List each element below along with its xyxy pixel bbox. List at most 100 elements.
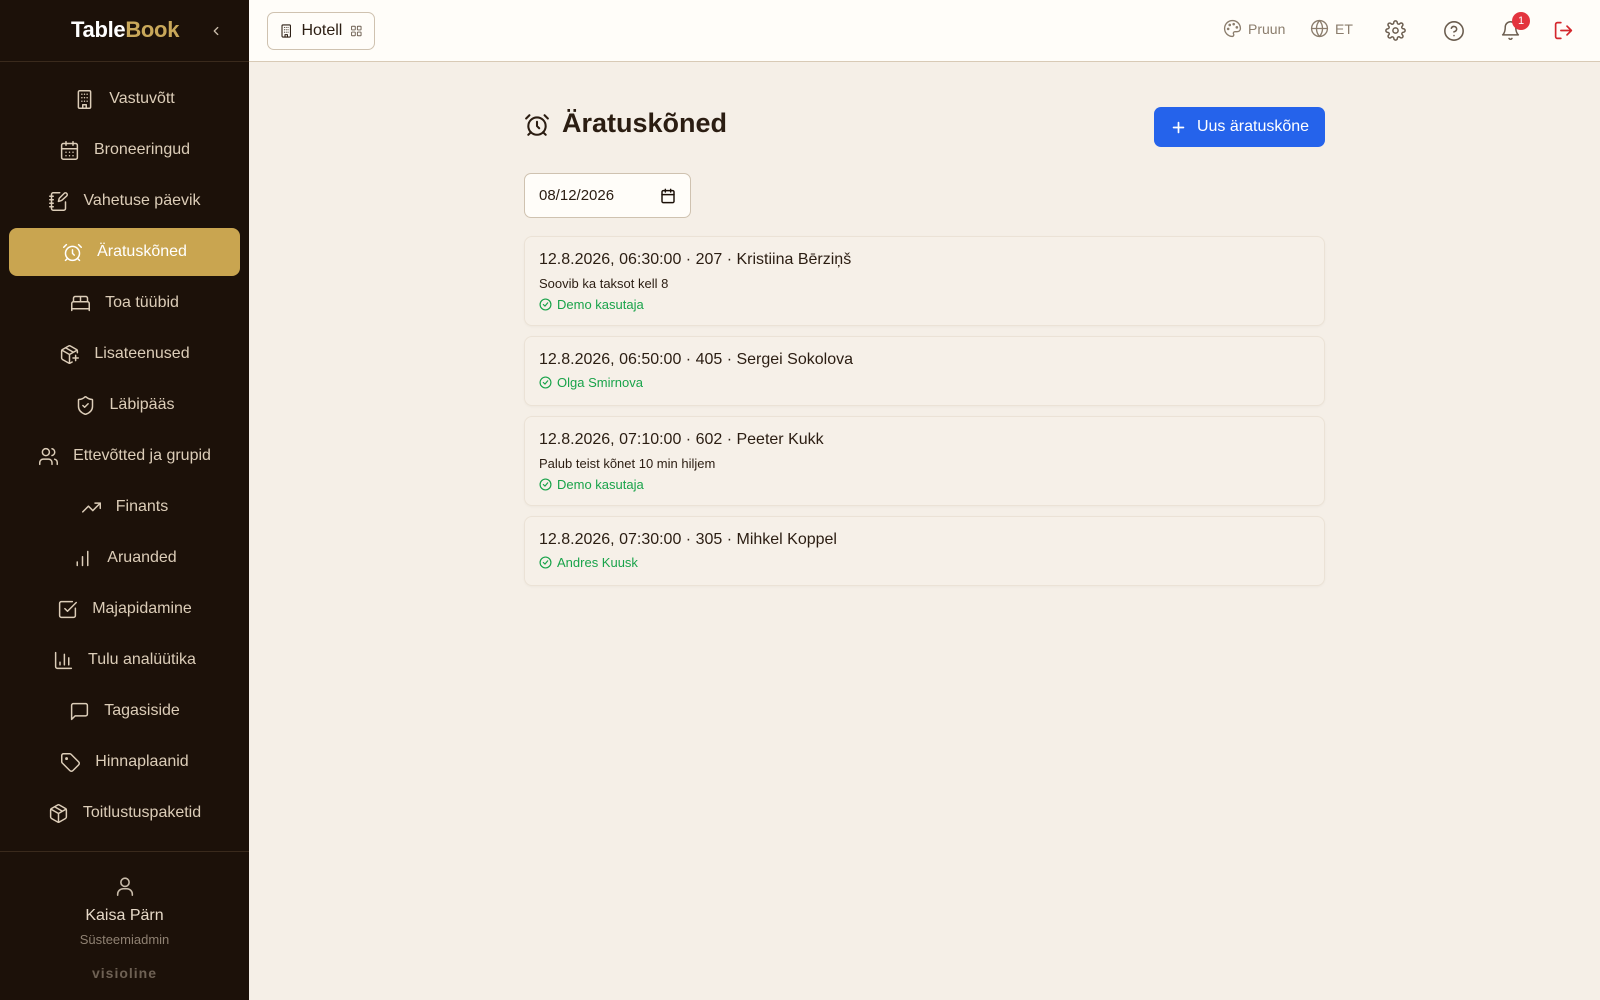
sidebar-item-label: Ettevõtted ja grupid: [73, 447, 211, 464]
page-title: Äratuskõned: [562, 108, 728, 138]
confirmed-by-name: Andres Kuusk: [557, 555, 638, 570]
sidebar-item-hinnaplaanid[interactable]: Hinnaplaanid: [9, 738, 240, 786]
sidebar-item-aruanded[interactable]: Aruanded: [9, 534, 240, 582]
sidebar-item-label: Äratuskõned: [97, 243, 187, 260]
user-name: Kaisa Pärn: [85, 907, 164, 924]
sidebar-item-label: Toitlustuspaketid: [82, 804, 202, 821]
wakeup-call-confirmed-by: Andres Kuusk: [539, 555, 1310, 570]
new-wakeup-call-button[interactable]: Uus äratuskõne: [1154, 107, 1325, 147]
sidebar-item-tulu-analuutika[interactable]: Tulu analüütika: [9, 636, 240, 684]
sidebar-item-label: Toa tüübid: [105, 294, 179, 311]
language-label: ET: [1335, 20, 1353, 37]
sidebar-item-vastuvott[interactable]: Vastuvõtt: [9, 75, 240, 123]
wakeup-call-title: 12.8.2026, 07:30:00 · 305 · Mihkel Koppe…: [539, 531, 837, 548]
collapse-sidebar-button[interactable]: [206, 20, 226, 42]
sidebar-item-toitlustuspaketid[interactable]: Toitlustuspaketid: [9, 789, 240, 837]
theme-label: Pruun: [1248, 20, 1286, 37]
sidebar-item-label: Finants: [115, 498, 169, 515]
settings-button[interactable]: [1385, 20, 1406, 41]
wakeup-call-card[interactable]: 12.8.2026, 07:30:00 · 305 · Mihkel Koppe…: [524, 516, 1325, 586]
wakeup-call-title: 12.8.2026, 06:50:00 · 405 · Sergei Sokol…: [539, 351, 853, 368]
user-icon: [114, 874, 136, 903]
sidebar: TableBook Vastuvõtt Broneeringud Vahetus…: [0, 0, 249, 1000]
tag-icon: [61, 752, 81, 772]
wakeup-call-confirmed-by: Demo kasutaja: [539, 477, 1310, 492]
chevron-left-icon: [213, 26, 219, 36]
date-value: 08/12/2026: [539, 187, 615, 204]
sidebar-item-label: Hinnaplaanid: [95, 753, 189, 770]
plus-icon: [1172, 121, 1185, 133]
sidebar-footer: Kaisa Pärn Süsteemiadmin visioline: [0, 851, 249, 1000]
sidebar-item-broneeringud[interactable]: Broneeringud: [9, 126, 240, 174]
message-square-icon: [71, 702, 89, 720]
sidebar-item-label: Aruanded: [107, 549, 177, 566]
alarm-clock-icon: [524, 112, 550, 143]
sidebar-item-finants[interactable]: Finants: [9, 483, 240, 531]
sidebar-item-label: Tagasiside: [104, 702, 180, 719]
sidebar-nav: Vastuvõtt Broneeringud Vahetuse päevik Ä…: [0, 75, 249, 840]
page-header: Äratuskõned Uus äratuskõne: [524, 104, 1325, 147]
sidebar-item-majapidamine[interactable]: Majapidamine: [9, 585, 240, 633]
wakeup-call-title: 12.8.2026, 06:30:00 · 207 · Kristiina Bē…: [539, 251, 852, 268]
sidebar-item-label: Läbipääs: [109, 396, 175, 413]
building-icon: [281, 24, 291, 38]
bar-chart-icon: [76, 550, 89, 566]
hotel-switcher-button[interactable]: Hotell: [267, 12, 375, 50]
sidebar-item-ettevotted-ja-grupid[interactable]: Ettevõtted ja grupid: [9, 432, 240, 480]
sidebar-item-lisateenused[interactable]: Lisateenused: [9, 330, 240, 378]
wakeup-call-title: 12.8.2026, 07:10:00 · 602 · Peeter Kukk: [539, 431, 824, 448]
hotel-label: Hotell: [301, 22, 343, 39]
wakeup-call-card[interactable]: 12.8.2026, 07:10:00 · 602 · Peeter Kukk …: [524, 416, 1325, 506]
trending-up-icon: [81, 501, 101, 513]
chart-column-icon: [54, 651, 73, 669]
logout-icon: [1554, 21, 1573, 40]
check-circle-icon: [539, 298, 552, 311]
notifications-badge: 1: [1512, 12, 1530, 30]
wakeup-call-note: Palub teist kõnet 10 min hiljem: [539, 456, 716, 471]
palette-icon: [1223, 19, 1242, 38]
wakeup-call-confirmed-by: Olga Smirnova: [539, 375, 1310, 390]
help-button[interactable]: [1443, 20, 1465, 42]
check-circle-icon: [539, 376, 552, 389]
check-circle-icon: [539, 556, 552, 569]
brand-footer: visioline: [91, 965, 158, 981]
wakeup-call-card[interactable]: 12.8.2026, 06:30:00 · 207 · Kristiina Bē…: [524, 236, 1325, 326]
sidebar-header: TableBook: [0, 0, 249, 62]
app-logo[interactable]: TableBook: [71, 17, 179, 43]
confirmed-by-name: Demo kasutaja: [557, 477, 644, 492]
gear-icon: [1385, 20, 1406, 41]
logout-button[interactable]: [1553, 20, 1574, 41]
sidebar-item-tagasiside[interactable]: Tagasiside: [9, 687, 240, 735]
shield-check-icon: [77, 395, 93, 415]
grid-icon: [351, 25, 362, 37]
sidebar-item-toa-tuubid[interactable]: Toa tüübid: [9, 279, 240, 327]
notifications-button[interactable]: 1: [1500, 12, 1530, 41]
language-selector[interactable]: ET: [1310, 19, 1353, 38]
wakeup-call-note: Soovib ka taksot kell 8: [539, 276, 669, 291]
calendar-icon[interactable]: [660, 188, 676, 204]
date-filter-input[interactable]: 08/12/2026: [524, 173, 691, 218]
user-role: Süsteemiadmin: [79, 932, 170, 947]
theme-selector[interactable]: Pruun: [1223, 19, 1285, 38]
wakeup-call-card[interactable]: 12.8.2026, 06:50:00 · 405 · Sergei Sokol…: [524, 336, 1325, 406]
sidebar-item-aratuskoned[interactable]: Äratuskõned: [9, 228, 240, 276]
sidebar-item-labipaas[interactable]: Läbipääs: [9, 381, 240, 429]
notebook-pen-icon: [49, 191, 69, 211]
package-plus-icon: [61, 344, 80, 364]
new-wakeup-call-label: Uus äratuskõne: [1196, 118, 1310, 135]
sidebar-item-label: Broneeringud: [93, 141, 191, 158]
building-icon: [77, 89, 92, 109]
wakeup-call-confirmed-by: Demo kasutaja: [539, 297, 1310, 312]
check-circle-icon: [539, 478, 552, 491]
help-circle-icon: [1444, 21, 1464, 41]
calendar-icon: [60, 140, 79, 160]
globe-icon: [1310, 19, 1329, 38]
topbar: Hotell Pruun ET 1: [249, 0, 1600, 62]
sidebar-item-label: Vahetuse päevik: [83, 192, 201, 209]
users-icon: [39, 447, 59, 465]
confirmed-by-name: Demo kasutaja: [557, 297, 644, 312]
sidebar-item-label: Majapidamine: [92, 600, 192, 617]
sidebar-item-label: Lisateenused: [94, 345, 190, 362]
sidebar-item-vahetuse-paevik[interactable]: Vahetuse päevik: [9, 177, 240, 225]
alarm-clock-icon: [63, 243, 83, 261]
